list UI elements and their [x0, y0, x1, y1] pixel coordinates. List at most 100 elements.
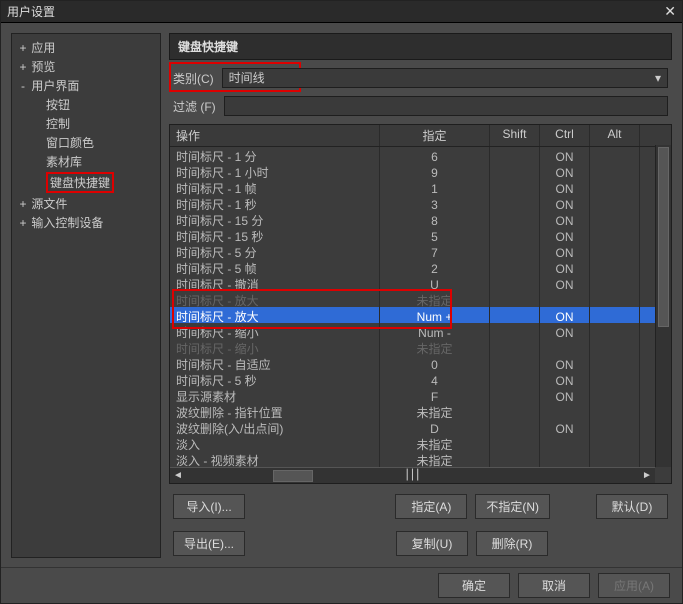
cell-action: 时间标尺 - 5 秒: [170, 371, 380, 387]
table-row[interactable]: 时间标尺 - 1 秒3ON: [170, 195, 671, 211]
table-row[interactable]: 时间标尺 - 1 小时9ON: [170, 163, 671, 179]
col-key-header[interactable]: 指定: [380, 125, 490, 146]
col-action-header[interactable]: 操作: [170, 125, 380, 146]
cell-action: 波纹删除(入/出点间): [170, 419, 380, 435]
table-row[interactable]: 显示源素材FON: [170, 387, 671, 403]
expand-icon[interactable]: +: [18, 216, 28, 230]
cell-shift: [490, 179, 540, 195]
cell-action: 波纹删除 - 指针位置: [170, 403, 380, 419]
table-row[interactable]: 时间标尺 - 15 分8ON: [170, 211, 671, 227]
table-row[interactable]: 时间标尺 - 5 分7ON: [170, 243, 671, 259]
export-button[interactable]: 导出(E)...: [173, 531, 245, 556]
assign-button[interactable]: 指定(A): [395, 494, 467, 519]
scrollbar-track[interactable]: [421, 470, 640, 482]
import-button[interactable]: 导入(I)...: [173, 494, 245, 519]
table-row[interactable]: 淡入未指定: [170, 435, 671, 451]
cell-key: 未指定: [380, 435, 490, 451]
content-area: + 应用+ 预览- 用户界面按钮控制窗口颜色素材库键盘快捷键+ 源文件+ 输入控…: [1, 23, 682, 568]
scrollbar-track[interactable]: [186, 470, 405, 482]
cell-shift: [490, 387, 540, 403]
ok-button[interactable]: 确定: [438, 573, 510, 598]
cell-ctrl: ON: [540, 243, 590, 259]
unassign-button[interactable]: 不指定(N): [475, 494, 550, 519]
table-row[interactable]: 时间标尺 - 缩小未指定: [170, 339, 671, 355]
tree-item[interactable]: + 输入控制设备: [14, 213, 158, 232]
table-row[interactable]: 时间标尺 - 缩小Num -ON: [170, 323, 671, 339]
table-row[interactable]: 时间标尺 - 5 帧2ON: [170, 259, 671, 275]
cell-shift: [490, 211, 540, 227]
cell-ctrl: ON: [540, 387, 590, 403]
cell-ctrl: ON: [540, 355, 590, 371]
table-row[interactable]: 时间标尺 - 1 帧1ON: [170, 179, 671, 195]
table-row[interactable]: 时间标尺 - 自适应0ON: [170, 355, 671, 371]
cell-ctrl: ON: [540, 371, 590, 387]
category-row: 类别(C) 时间线: [169, 68, 672, 88]
cell-key: 4: [380, 371, 490, 387]
main-panel: 键盘快捷键 类别(C) 时间线 过滤 (F) 操作 指定 Shift Ctrl …: [169, 33, 672, 558]
cell-shift: [490, 419, 540, 435]
tree-item[interactable]: 窗口颜色: [14, 133, 158, 152]
tree-item[interactable]: + 应用: [14, 38, 158, 57]
tree-item[interactable]: 控制: [14, 114, 158, 133]
scrollbar-thumb[interactable]: [273, 470, 313, 482]
delete-button[interactable]: 删除(R): [476, 531, 548, 556]
cell-shift: [490, 307, 540, 323]
scrollbar-thumb[interactable]: [658, 147, 669, 327]
cell-key: 未指定: [380, 339, 490, 355]
close-icon[interactable]: ✕: [664, 3, 676, 20]
table-row[interactable]: 时间标尺 - 放大未指定: [170, 291, 671, 307]
cell-key: 8: [380, 211, 490, 227]
cancel-button[interactable]: 取消: [518, 573, 590, 598]
scroll-mid-icon: ⎮⎮⎮: [405, 470, 421, 481]
cell-ctrl: ON: [540, 275, 590, 291]
table-row[interactable]: 波纹删除(入/出点间)DON: [170, 419, 671, 435]
cell-ctrl: ON: [540, 147, 590, 163]
tree-item[interactable]: 按钮: [14, 95, 158, 114]
table-body: 时间标尺 - 1 分6ON时间标尺 - 1 小时9ON时间标尺 - 1 帧1ON…: [170, 147, 671, 483]
table-row[interactable]: 时间标尺 - 放大Num +ON: [170, 307, 671, 323]
table-row[interactable]: 时间标尺 - 1 分6 ON: [170, 147, 671, 163]
apply-button[interactable]: 应用(A): [598, 573, 670, 598]
cell-action: 时间标尺 - 缩小: [170, 339, 380, 355]
col-shift-header[interactable]: Shift: [490, 125, 540, 146]
cell-ctrl: [540, 339, 590, 355]
table-row[interactable]: 时间标尺 - 5 秒4 ON: [170, 371, 671, 387]
cell-action: 时间标尺 - 1 分: [170, 147, 380, 163]
tree-item[interactable]: 键盘快捷键: [14, 171, 158, 194]
cell-alt: [590, 355, 640, 371]
tree-item[interactable]: 素材库: [14, 152, 158, 171]
tree-item[interactable]: + 源文件: [14, 194, 158, 213]
cell-action: 时间标尺 - 缩小: [170, 323, 380, 339]
filter-input[interactable]: [224, 96, 668, 116]
filter-row: 过滤 (F): [169, 96, 672, 116]
cell-shift: [490, 163, 540, 179]
cell-action: 时间标尺 - 5 分: [170, 243, 380, 259]
col-alt-header[interactable]: Alt: [590, 125, 640, 146]
cell-key: 6: [380, 147, 490, 163]
cell-alt: [590, 387, 640, 403]
button-row-1: 导入(I)... 指定(A) 不指定(N) 默认(D): [169, 492, 672, 521]
table-row[interactable]: 淡入 - 视频素材未指定: [170, 451, 671, 467]
expand-icon[interactable]: +: [18, 41, 28, 55]
scroll-right-icon[interactable]: ►: [639, 470, 655, 481]
cell-key: 5: [380, 227, 490, 243]
tree-item[interactable]: + 预览: [14, 57, 158, 76]
cell-shift: [490, 275, 540, 291]
horizontal-scrollbar[interactable]: ◄ ⎮⎮⎮ ►: [170, 467, 655, 483]
table-row[interactable]: 时间标尺 - 撤消UON: [170, 275, 671, 291]
tree-item[interactable]: - 用户界面: [14, 76, 158, 95]
copy-button[interactable]: 复制(U): [396, 531, 468, 556]
category-select[interactable]: 时间线: [222, 68, 668, 88]
cell-ctrl: [540, 291, 590, 307]
table-row[interactable]: 波纹删除 - 指针位置未指定: [170, 403, 671, 419]
expand-icon[interactable]: +: [18, 60, 28, 74]
cell-action: 淡入: [170, 435, 380, 451]
vertical-scrollbar[interactable]: [655, 145, 671, 467]
col-ctrl-header[interactable]: Ctrl: [540, 125, 590, 146]
table-row[interactable]: 时间标尺 - 15 秒5ON: [170, 227, 671, 243]
expand-icon[interactable]: -: [18, 79, 28, 93]
cell-ctrl: ON: [540, 419, 590, 435]
scroll-left-icon[interactable]: ◄: [170, 470, 186, 481]
expand-icon[interactable]: +: [18, 197, 28, 211]
default-button[interactable]: 默认(D): [596, 494, 668, 519]
